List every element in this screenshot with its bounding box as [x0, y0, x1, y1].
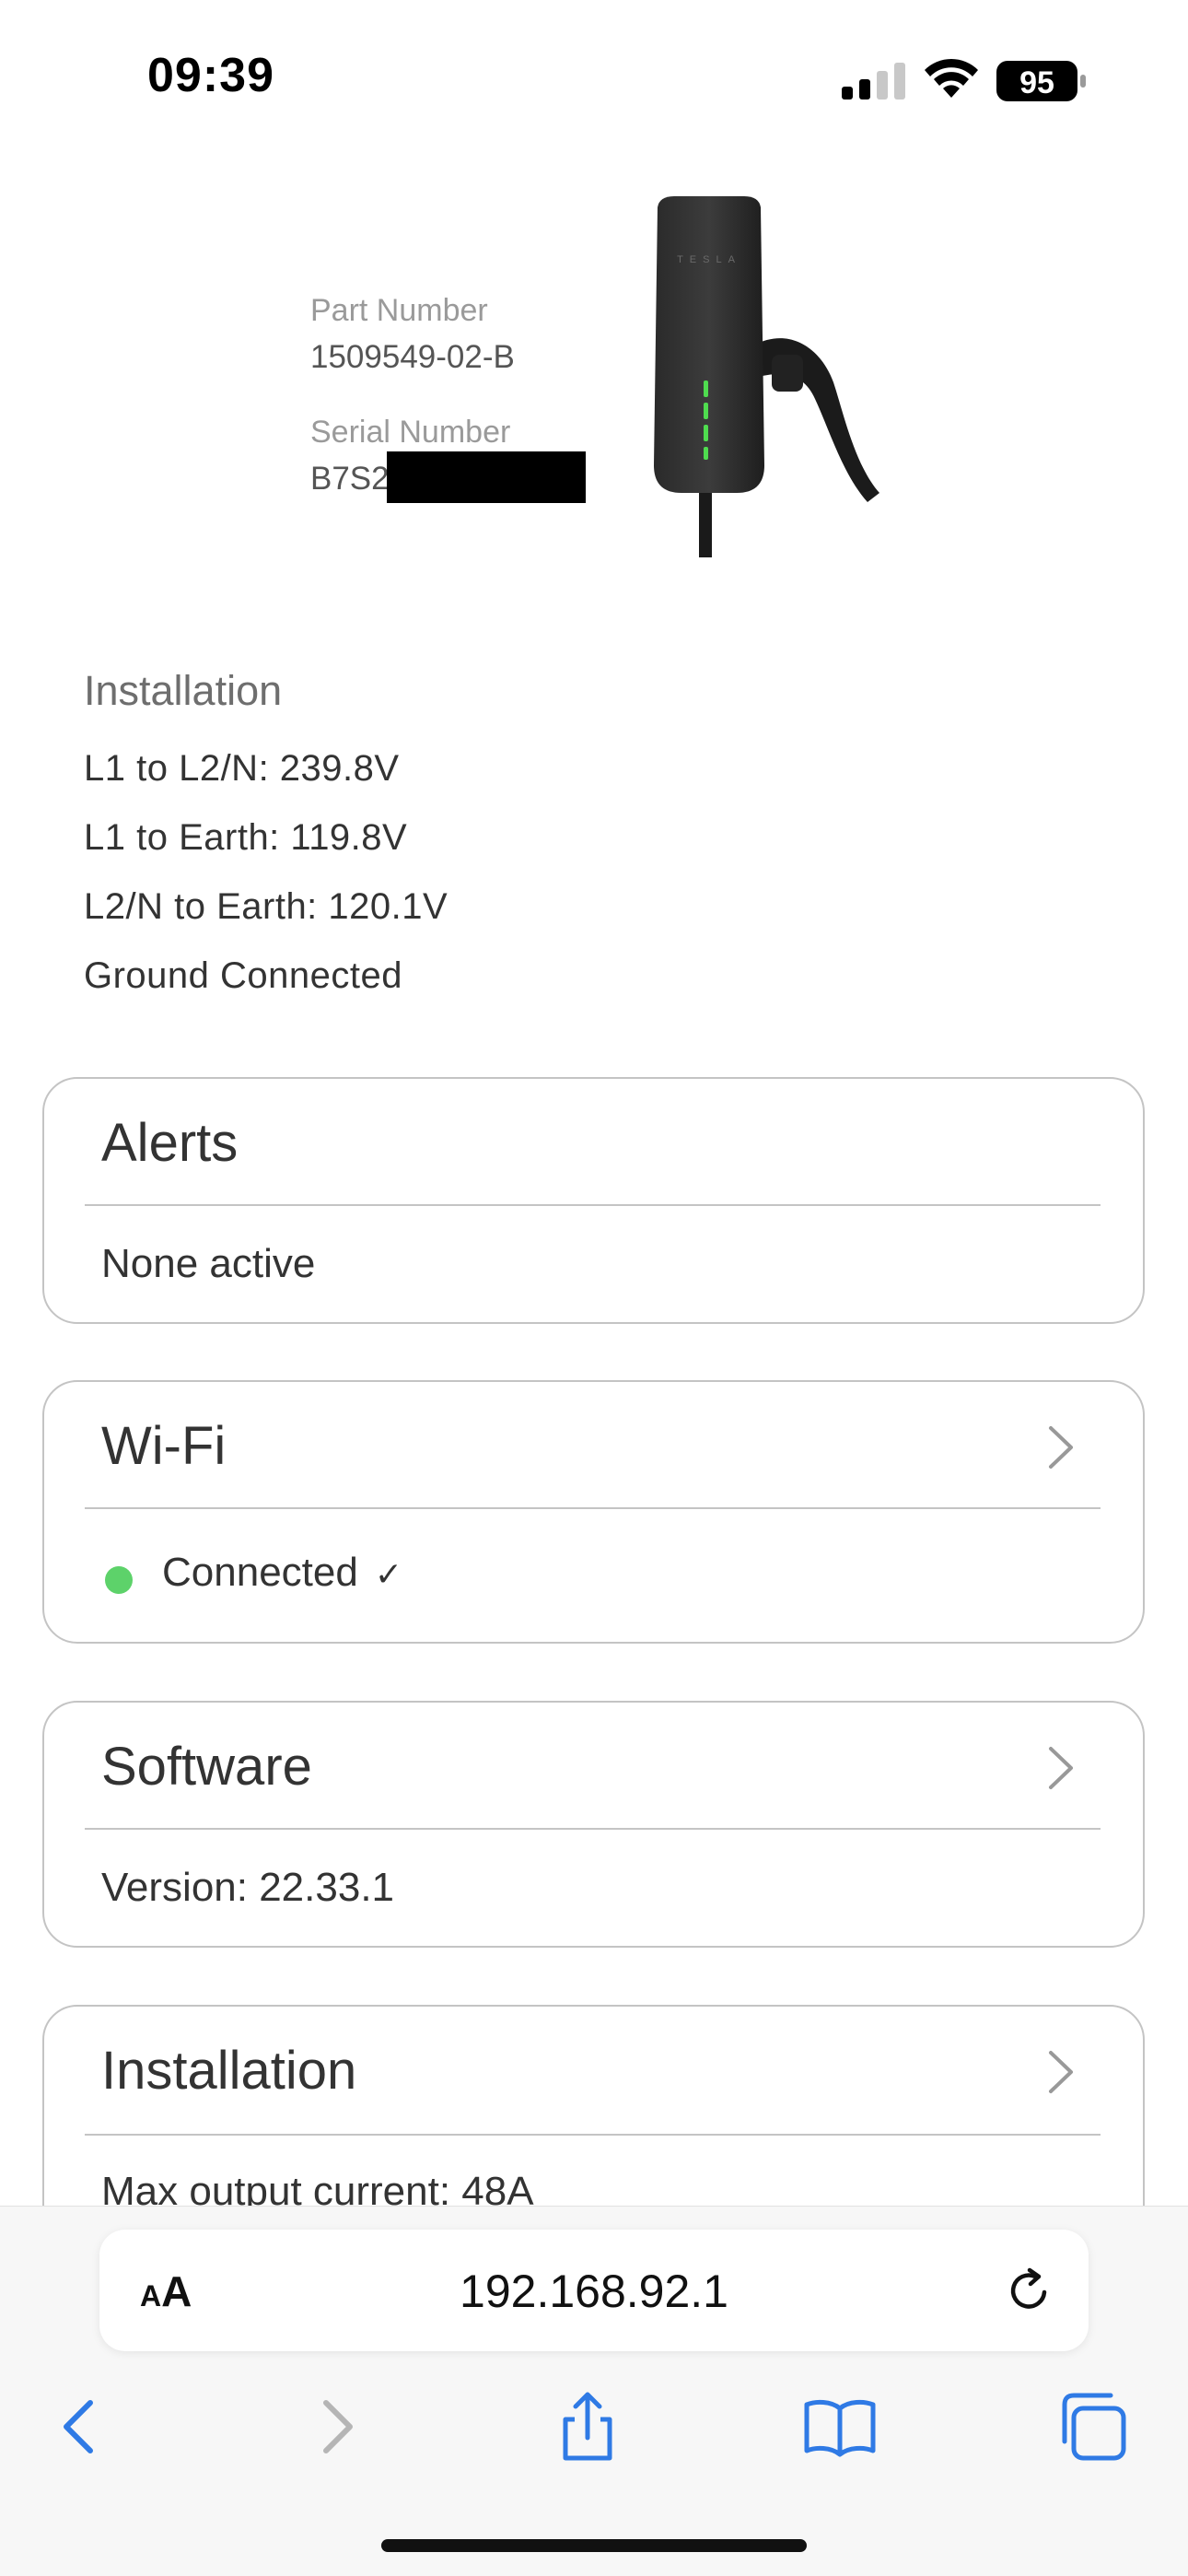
chevron-right-icon: [1049, 1426, 1073, 1469]
card-divider: [85, 1507, 1101, 1509]
checkmark-icon: ✓: [374, 1555, 402, 1593]
battery-icon: 95: [996, 61, 1086, 101]
alerts-card: Alerts None active: [42, 1077, 1145, 1324]
battery-level: 95: [1019, 65, 1054, 100]
forward-icon[interactable]: [300, 2390, 374, 2464]
chevron-right-icon: [1049, 1747, 1073, 1789]
serial-redaction: [387, 451, 586, 503]
reload-icon[interactable]: [1004, 2265, 1055, 2316]
serial-number-value: B7S2: [310, 461, 390, 497]
software-version: Version: 22.33.1: [101, 1865, 395, 1910]
address-bar[interactable]: AA 192.168.92.1: [99, 2230, 1089, 2351]
installation-heading: Installation: [84, 667, 283, 714]
software-card[interactable]: Software Version: 22.33.1: [42, 1701, 1145, 1948]
software-title: Software: [101, 1737, 312, 1797]
card-divider: [85, 1204, 1101, 1206]
wifi-icon: [925, 58, 978, 98]
reading-ground: Ground Connected: [84, 955, 403, 996]
home-indicator: [381, 2539, 807, 2552]
cellular-signal-icon: [842, 63, 905, 100]
tabs-icon[interactable]: [1057, 2390, 1131, 2464]
wifi-status: Connected ✓: [162, 1550, 402, 1596]
status-time: 09:39: [147, 49, 274, 102]
status-bar: 09:39 95: [0, 0, 1188, 147]
part-number-label: Part Number: [310, 293, 488, 328]
alerts-title: Alerts: [101, 1113, 239, 1173]
alerts-body: None active: [101, 1241, 316, 1286]
installation-card-title: Installation: [101, 2041, 357, 2101]
connected-status-dot: [105, 1566, 133, 1594]
serial-number-label: Serial Number: [310, 415, 511, 450]
svg-text:TESLA: TESLA: [677, 254, 741, 265]
wifi-status-text: Connected: [162, 1550, 358, 1595]
chevron-right-icon: [1049, 2051, 1073, 2093]
reading-l1-earth: L1 to Earth: 119.8V: [84, 817, 408, 858]
back-icon[interactable]: [42, 2390, 116, 2464]
card-divider: [85, 2134, 1101, 2136]
reading-l2-earth: L2/N to Earth: 120.1V: [84, 886, 448, 927]
wifi-title: Wi-Fi: [101, 1416, 227, 1476]
wifi-card[interactable]: Wi-Fi Connected ✓: [42, 1380, 1145, 1644]
reading-l1-l2: L1 to L2/N: 239.8V: [84, 748, 400, 789]
part-number-value: 1509549-02-B: [310, 339, 515, 375]
url-text[interactable]: 192.168.92.1: [99, 2265, 1089, 2318]
card-divider: [85, 1828, 1101, 1830]
share-icon[interactable]: [551, 2390, 624, 2464]
wall-connector-charger-image: TESLA: [654, 196, 879, 557]
bookmarks-icon[interactable]: [803, 2390, 877, 2464]
